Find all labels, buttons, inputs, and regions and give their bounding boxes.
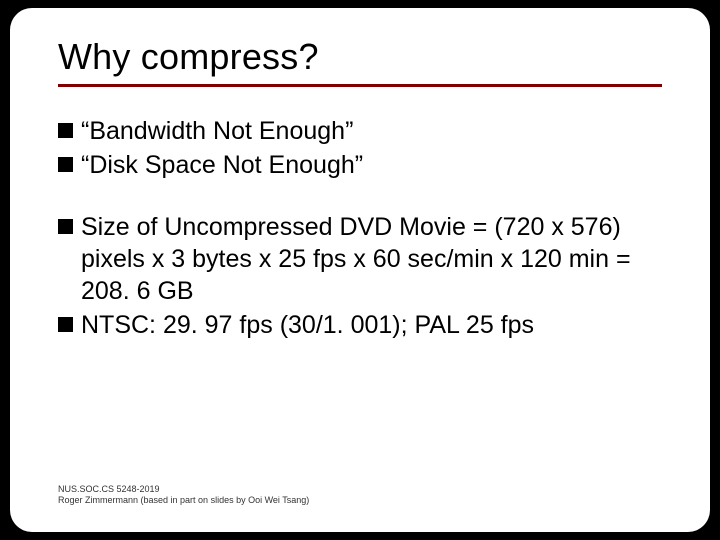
list-item: “Disk Space Not Enough” bbox=[58, 149, 662, 181]
list-item: “Bandwidth Not Enough” bbox=[58, 115, 662, 147]
square-bullet-icon bbox=[58, 157, 73, 172]
square-bullet-icon bbox=[58, 123, 73, 138]
list-item: Size of Uncompressed DVD Movie = (720 x … bbox=[58, 211, 662, 307]
slide: Why compress? “Bandwidth Not Enough” “Di… bbox=[10, 8, 710, 532]
bullet-text: Size of Uncompressed DVD Movie = (720 x … bbox=[81, 211, 662, 307]
bullet-group-1: “Bandwidth Not Enough” “Disk Space Not E… bbox=[58, 115, 662, 181]
list-item: NTSC: 29. 97 fps (30/1. 001); PAL 25 fps bbox=[58, 309, 662, 341]
footer-line-1: NUS.SOC.CS 5248-2019 bbox=[58, 484, 309, 495]
bullet-text: “Disk Space Not Enough” bbox=[81, 149, 363, 181]
bullet-group-2: Size of Uncompressed DVD Movie = (720 x … bbox=[58, 211, 662, 341]
bullet-text: NTSC: 29. 97 fps (30/1. 001); PAL 25 fps bbox=[81, 309, 534, 341]
footer-line-2: Roger Zimmermann (based in part on slide… bbox=[58, 495, 309, 506]
square-bullet-icon bbox=[58, 317, 73, 332]
square-bullet-icon bbox=[58, 219, 73, 234]
bullet-text: “Bandwidth Not Enough” bbox=[81, 115, 353, 147]
slide-footer: NUS.SOC.CS 5248-2019 Roger Zimmermann (b… bbox=[58, 484, 309, 507]
slide-title: Why compress? bbox=[58, 36, 662, 87]
